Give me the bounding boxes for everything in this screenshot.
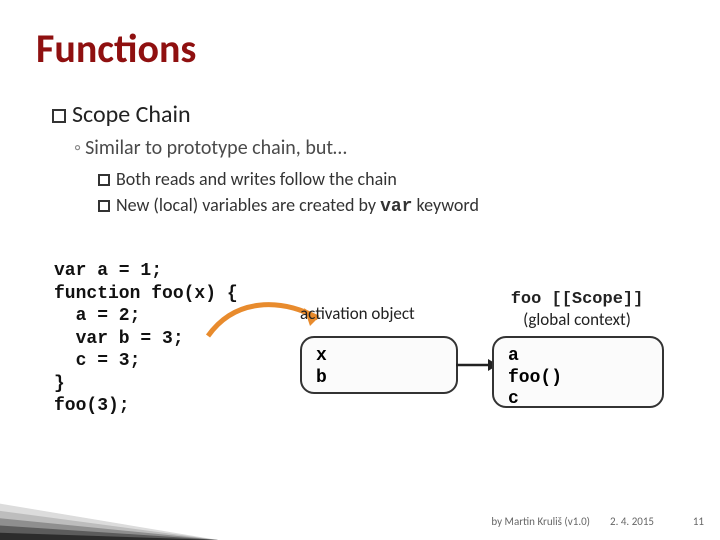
slide-title: Functions [36,24,196,73]
diamond-icon: ◦ [74,136,81,160]
box-line: c [508,389,648,411]
global-box: a foo() c [492,336,664,408]
page-number: 11 [693,515,704,528]
checkbox-icon [52,109,66,123]
heading-text: Scope Chain [72,100,191,129]
decorative-wedge [0,450,218,540]
bullet-text-b: keyword [412,194,478,216]
box-line: x [316,346,442,368]
bullet-item: Both reads and writes follow the chain [98,166,479,192]
bullet-code: var [380,197,412,217]
activation-label: activation object [300,303,415,324]
bullet-list: Both reads and writes follow the chain N… [98,166,479,220]
bullet-text: Both reads and writes follow the chain [116,168,397,190]
box-line: foo() [508,368,648,390]
checkbox-icon [98,200,110,212]
scope-label-line2: (global context) [523,309,631,330]
footer-credit: by Martin Kruliš (v1.0) [491,515,590,528]
code-block: var a = 1; function foo(x) { a = 2; var … [54,260,238,418]
section-heading: Scope Chain [52,100,191,129]
bullet-item: New (local) variables are created by var… [98,192,479,220]
scope-label: foo [[Scope]] (global context) [487,288,667,331]
box-line: b [316,368,442,390]
scope-label-line1: foo [[Scope]] [511,290,644,309]
footer-date: 2. 4. 2015 [610,515,654,528]
slide: Functions Scope Chain ◦Similar to protot… [0,0,720,540]
bullet-text-a: New (local) variables are created by [116,194,380,216]
subheading: ◦Similar to prototype chain, but… [74,136,347,160]
checkbox-icon [98,174,110,186]
activation-box: x b [300,336,458,394]
subheading-text: Similar to prototype chain, but… [85,136,347,160]
box-line: a [508,346,648,368]
